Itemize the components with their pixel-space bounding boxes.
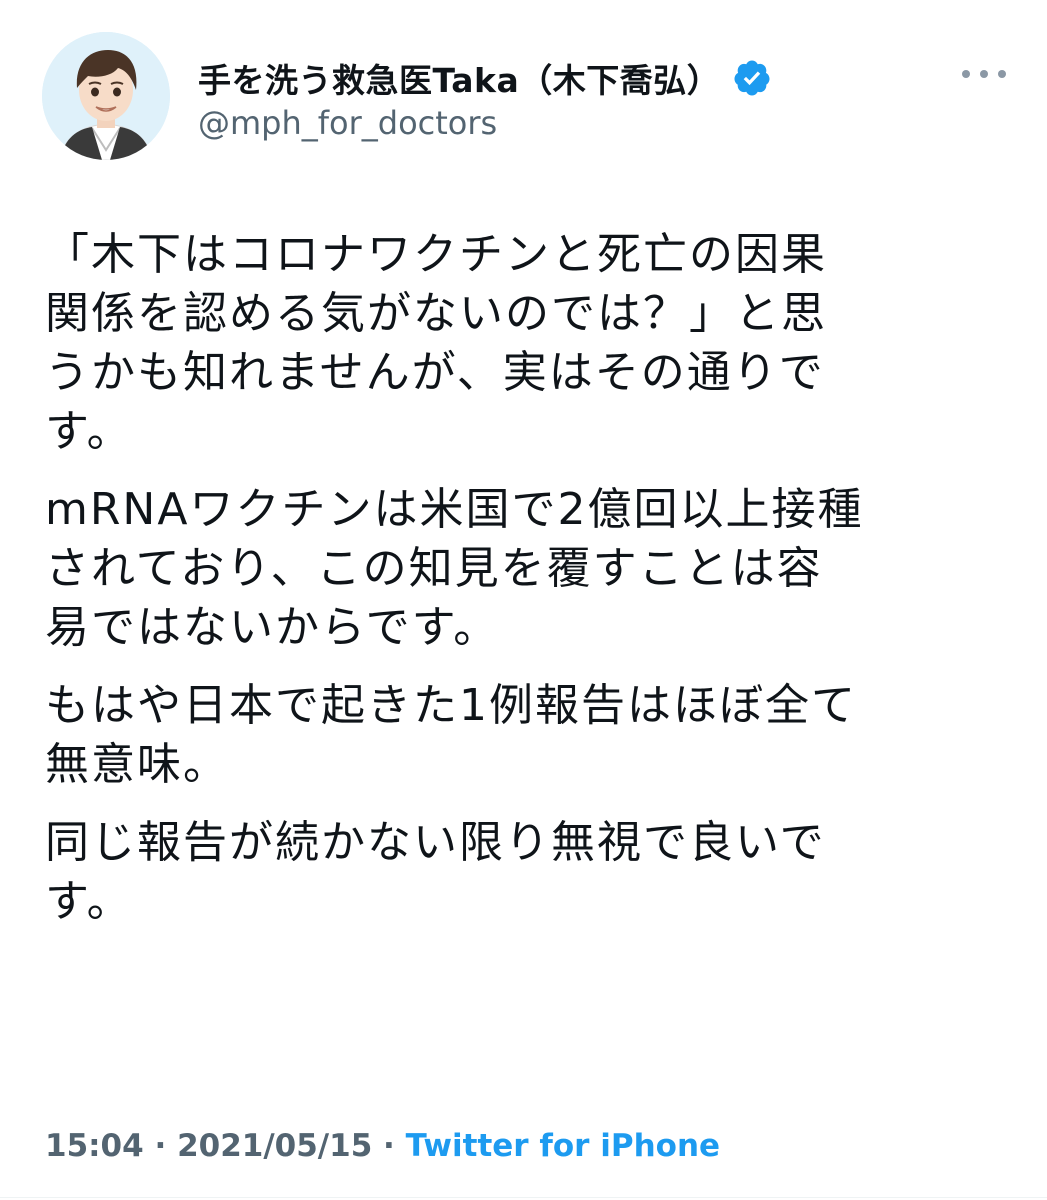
tweet-paragraph: もはや日本で起きた1例報告はほぼ全て 無意味。 xyxy=(45,680,857,790)
more-horizontal-icon[interactable] xyxy=(962,62,1006,86)
more-dot xyxy=(980,70,988,78)
more-dot xyxy=(998,70,1006,78)
tweet-paragraph: 同じ報告が続かない限り無視で良いで す。 xyxy=(45,817,826,927)
avatar[interactable] xyxy=(42,32,170,160)
tweet-source-link[interactable]: Twitter for iPhone xyxy=(406,1128,720,1164)
tweet-paragraph: 「木下はコロナワクチンと死亡の因果 関係を認める気がないのでは？」と思 うかも知… xyxy=(45,229,827,457)
divider xyxy=(0,1197,1047,1198)
tweet-paragraph: mRNAワクチンは米国で2億回以上接種 されており、この知見を覆すことは容 易で… xyxy=(45,484,864,653)
tweet-card: 手を洗う救急医Taka（木下喬弘） @mph_for_doctors 「木下はコ… xyxy=(0,0,1047,1200)
tweet-text: 「木下はコロナワクチンと死亡の因果 関係を認める気がないのでは？」と思 うかも知… xyxy=(45,225,985,950)
author-name-row[interactable]: 手を洗う救急医Taka（木下喬弘） xyxy=(198,52,772,104)
tweet-date[interactable]: 2021/05/15 xyxy=(177,1128,372,1164)
author-handle[interactable]: @mph_for_doctors xyxy=(198,104,497,142)
meta-separator: · xyxy=(372,1128,406,1164)
tweet-metadata: 15:04 · 2021/05/15 · Twitter for iPhone xyxy=(45,1128,720,1164)
tweet-time[interactable]: 15:04 xyxy=(45,1128,144,1164)
author-display-name[interactable]: 手を洗う救急医Taka（木下喬弘） xyxy=(198,54,720,102)
verified-badge-icon xyxy=(734,60,770,96)
avatar-illustration xyxy=(42,32,170,160)
meta-separator: · xyxy=(143,1128,178,1164)
tweet-header: 手を洗う救急医Taka（木下喬弘） @mph_for_doctors xyxy=(42,32,1012,164)
more-dot xyxy=(962,70,970,78)
